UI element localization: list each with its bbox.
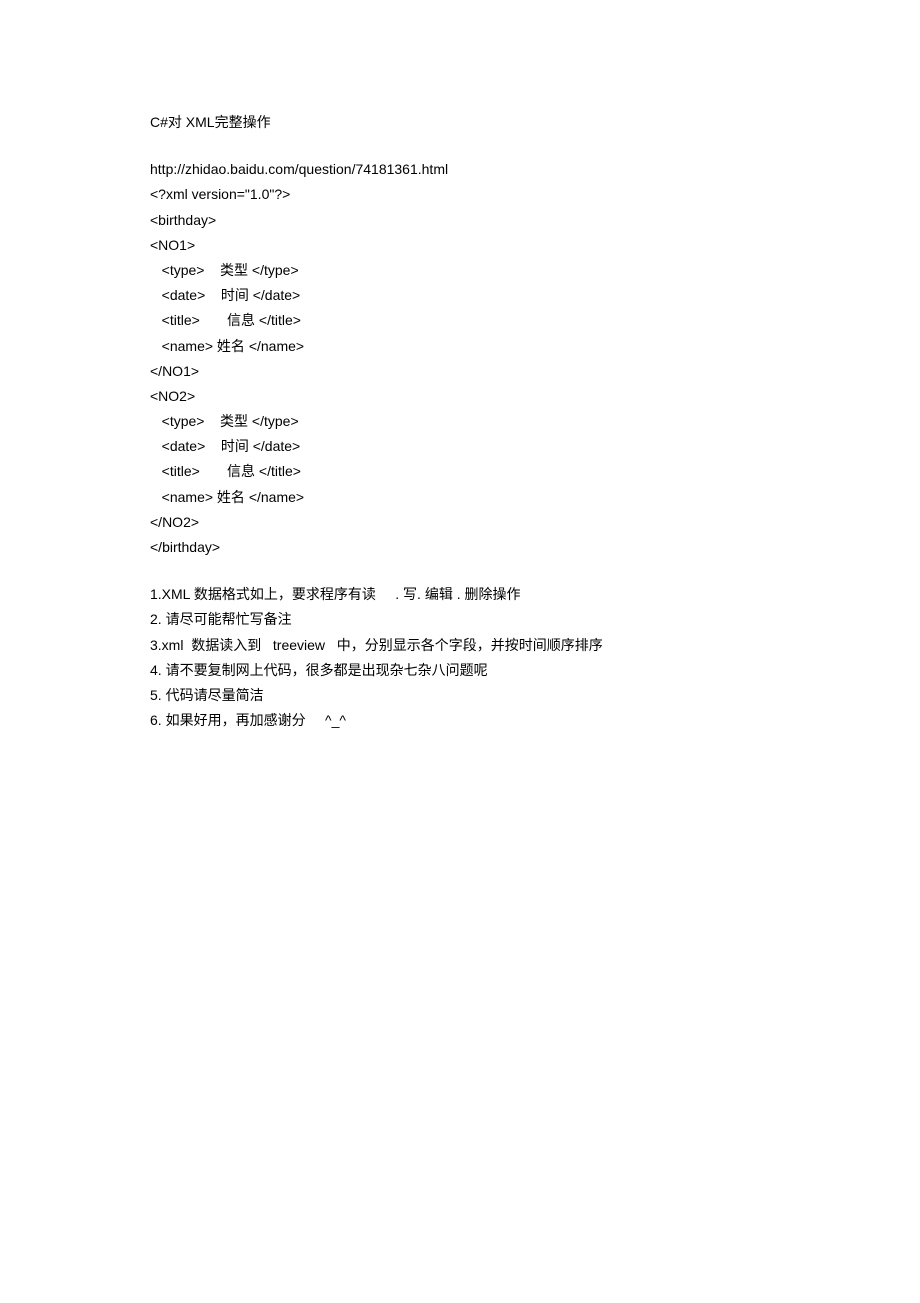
- requirement-item: 3.xml 数据读入到 treeview 中，分别显示各个字段，并按时间顺序排序: [150, 633, 770, 658]
- xml-line: <birthday>: [150, 208, 770, 233]
- xml-line: <NO2>: [150, 384, 770, 409]
- xml-line: <date> 时间 </date>: [150, 283, 770, 308]
- source-url: http://zhidao.baidu.com/question/7418136…: [150, 157, 770, 182]
- xml-line: <type> 类型 </type>: [150, 409, 770, 434]
- xml-line: <title> 信息 </title>: [150, 459, 770, 484]
- xml-line: </NO1>: [150, 359, 770, 384]
- xml-line: <title> 信息 </title>: [150, 308, 770, 333]
- requirement-item: 6. 如果好用，再加感谢分 ^_^: [150, 708, 770, 733]
- xml-line: </NO2>: [150, 510, 770, 535]
- spacer: [150, 135, 770, 157]
- requirement-item: 4. 请不要复制网上代码，很多都是出现杂七杂八问题呢: [150, 658, 770, 683]
- spacer: [150, 560, 770, 582]
- requirement-item: 2. 请尽可能帮忙写备注: [150, 607, 770, 632]
- xml-line: <NO1>: [150, 233, 770, 258]
- xml-line: <name> 姓名 </name>: [150, 485, 770, 510]
- document-title: C#对 XML完整操作: [150, 110, 770, 135]
- document-page: C#对 XML完整操作 http://zhidao.baidu.com/ques…: [0, 0, 920, 1303]
- requirement-item: 1.XML 数据格式如上，要求程序有读 . 写. 编辑 . 删除操作: [150, 582, 770, 607]
- xml-line: <date> 时间 </date>: [150, 434, 770, 459]
- requirement-item: 5. 代码请尽量简洁: [150, 683, 770, 708]
- xml-line: <type> 类型 </type>: [150, 258, 770, 283]
- xml-line: <name> 姓名 </name>: [150, 334, 770, 359]
- xml-line: <?xml version="1.0"?>: [150, 182, 770, 207]
- xml-line: </birthday>: [150, 535, 770, 560]
